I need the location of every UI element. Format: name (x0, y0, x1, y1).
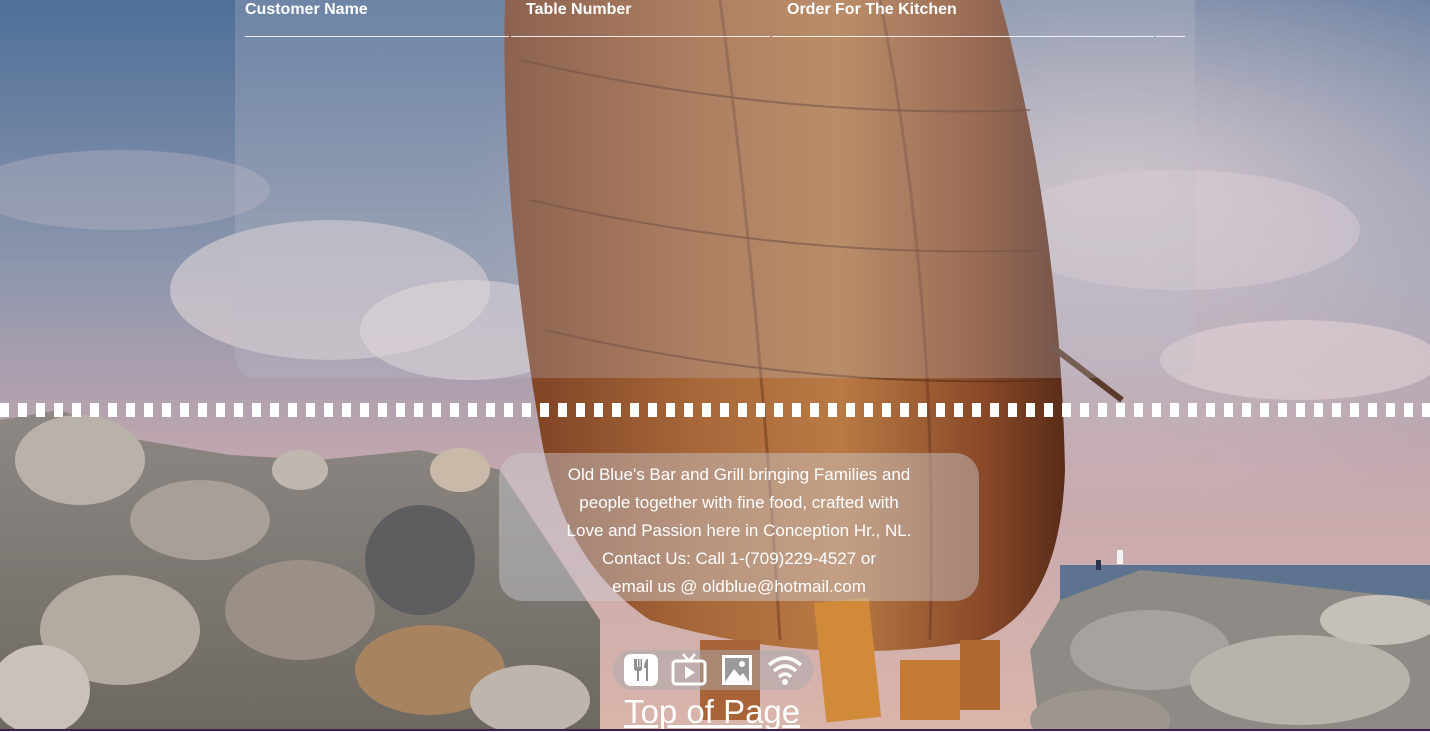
header-underline (1156, 36, 1185, 37)
contact-email-line: email us @ oldblue@hotmail.com (612, 577, 866, 596)
info-line: Old Blue's Bar and Grill bringing Famili… (567, 465, 911, 484)
top-of-page-link[interactable]: Top of Page (624, 692, 800, 732)
food-icon (624, 654, 658, 686)
header-underline (511, 36, 770, 37)
contact-phone-line: Contact Us: Call 1-(709)229-4527 or (601, 549, 877, 568)
tv-icon (671, 653, 707, 686)
header-order-kitchen: Order For The Kitchen (787, 1, 957, 18)
dashed-divider (0, 403, 1430, 417)
header-underline (772, 36, 1154, 37)
image-icon (722, 655, 752, 685)
info-line: Love and Passion here in Conception Hr.,… (566, 521, 912, 540)
wifi-icon (767, 656, 803, 685)
header-underline (245, 36, 509, 37)
info-line: people together with fine food, crafted … (579, 493, 899, 512)
order-table-panel (235, 0, 1195, 378)
header-table-number: Table Number (526, 1, 632, 18)
business-info-box: Old Blue's Bar and Grill bringing Famili… (499, 453, 979, 601)
amenities-icon-bar (613, 650, 813, 690)
header-customer-name: Customer Name (245, 1, 368, 18)
